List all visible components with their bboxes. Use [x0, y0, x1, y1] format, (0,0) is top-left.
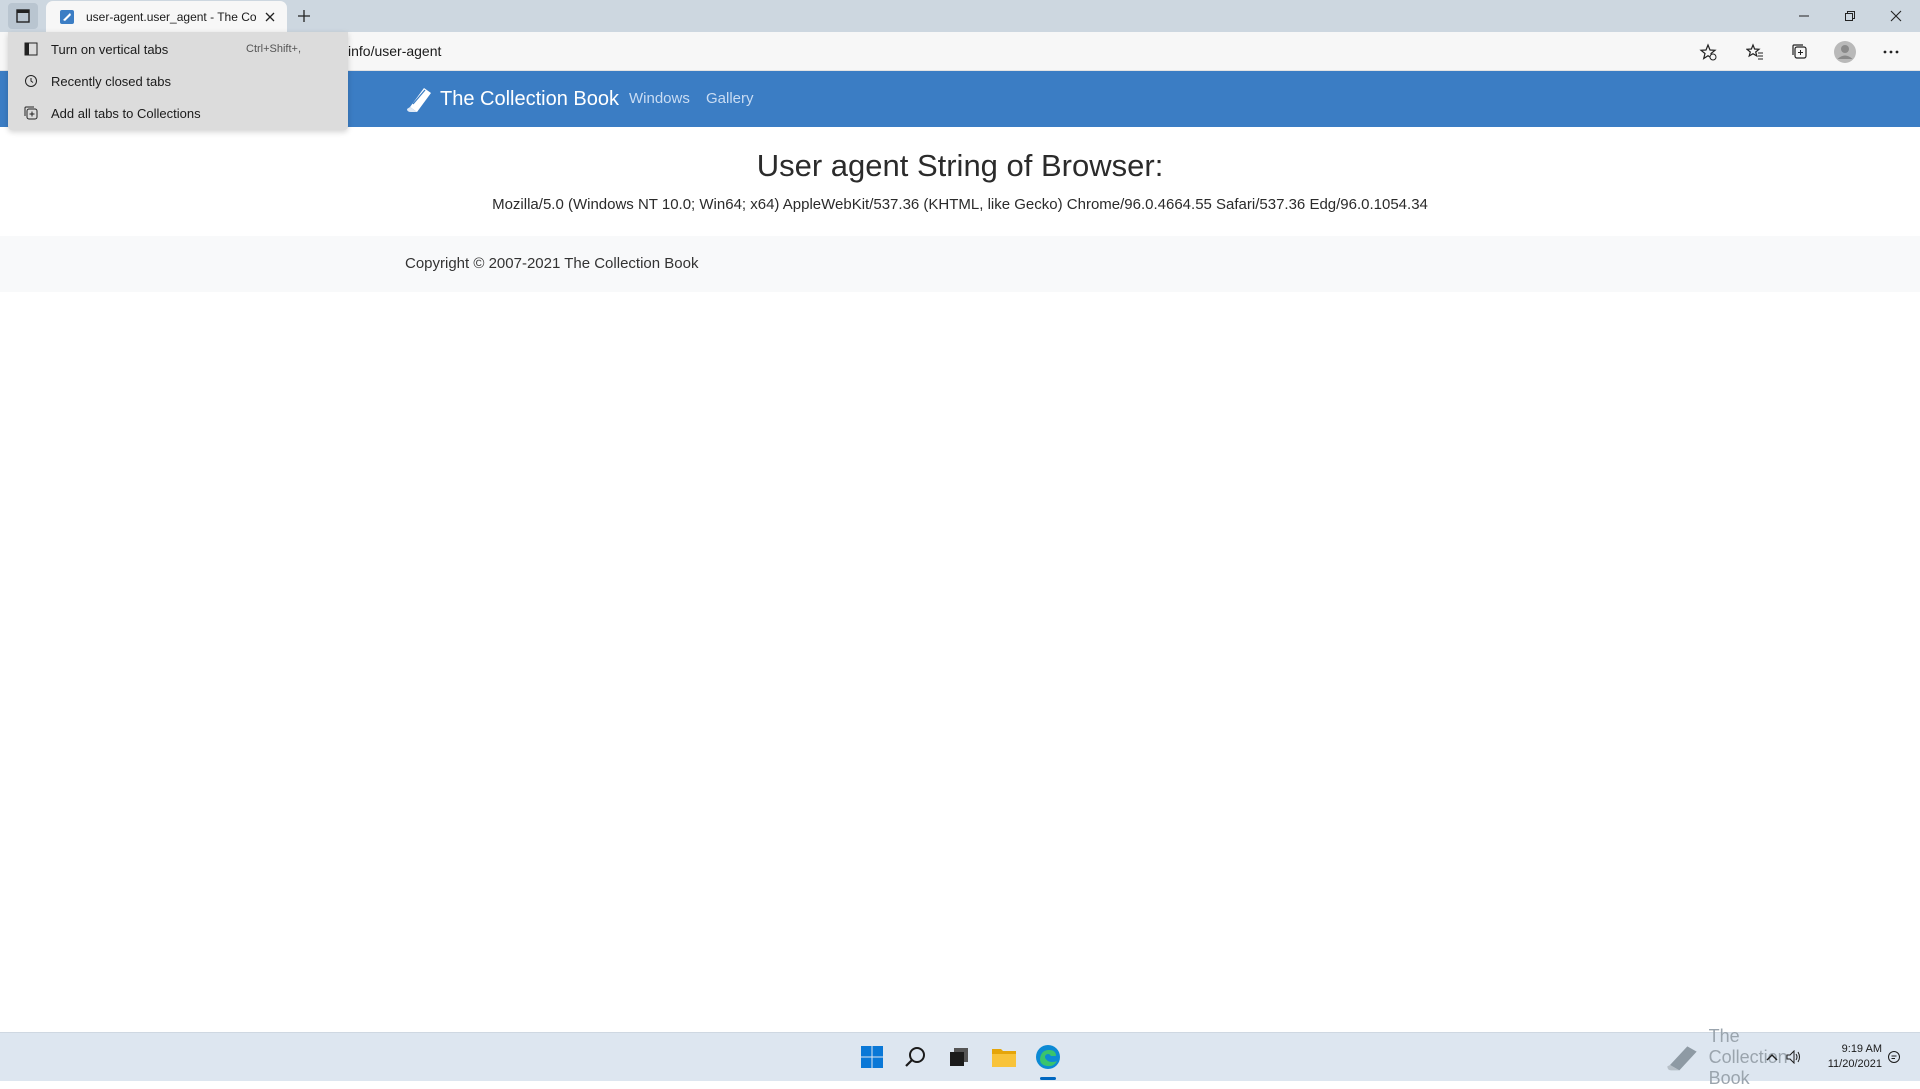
site-footer: Copyright © 2007-2021 The Collection Boo…	[0, 236, 1920, 292]
menu-item-vertical-tabs[interactable]: Turn on vertical tabs Ctrl+Shift+,	[8, 34, 348, 64]
menu-item-label: Add all tabs to Collections	[51, 105, 201, 121]
tray-chevron-up-icon[interactable]	[1762, 1047, 1782, 1067]
favorites-icon[interactable]	[1742, 39, 1768, 65]
book-watermark-icon	[1667, 1046, 1697, 1071]
add-favorite-star-icon[interactable]	[1695, 39, 1721, 65]
settings-more-icon[interactable]	[1878, 39, 1904, 65]
site-favicon-icon	[58, 8, 76, 26]
windows-taskbar: The Collection Book 9:19 AM 11/20/2021	[0, 1026, 1920, 1088]
volume-icon[interactable]	[1784, 1047, 1804, 1067]
nav-link-windows[interactable]: Windows	[629, 90, 690, 107]
site-brand[interactable]: The Collection Book	[404, 85, 619, 113]
edge-browser-icon[interactable]	[1032, 1041, 1064, 1073]
task-view-icon[interactable]	[943, 1041, 975, 1073]
windows-start-icon[interactable]	[856, 1041, 888, 1073]
vertical-tabs-icon	[22, 40, 40, 58]
clock-time[interactable]: 9:19 AM	[1822, 1043, 1882, 1055]
close-tab-icon[interactable]	[260, 7, 280, 27]
history-icon	[22, 72, 40, 90]
tab-actions-menu: Turn on vertical tabs Ctrl+Shift+, Recen…	[8, 32, 348, 130]
tab-actions-icon	[16, 9, 30, 23]
nav-link-gallery[interactable]: Gallery	[706, 90, 754, 107]
user-agent-string: Mozilla/5.0 (Windows NT 10.0; Win64; x64…	[492, 196, 1428, 213]
menu-item-shortcut: Ctrl+Shift+,	[246, 43, 302, 55]
menu-item-label: Recently closed tabs	[51, 73, 171, 89]
notification-icon[interactable]	[1884, 1047, 1904, 1067]
tab-actions-menu-button[interactable]	[8, 3, 38, 29]
brand-name: The Collection Book	[440, 87, 619, 110]
restore-icon[interactable]	[1827, 0, 1873, 32]
book-logo-icon	[407, 88, 431, 112]
clock-date[interactable]: 11/20/2021	[1810, 1058, 1882, 1070]
menu-item-label: Turn on vertical tabs	[51, 41, 169, 57]
tab-title: user-agent.user_agent - The Coll	[86, 9, 256, 24]
close-window-icon[interactable]	[1873, 0, 1919, 32]
search-icon[interactable]	[900, 1041, 932, 1073]
file-explorer-icon[interactable]	[988, 1041, 1020, 1073]
collections-icon	[22, 104, 40, 122]
menu-item-recently-closed[interactable]: Recently closed tabs	[8, 66, 348, 96]
copyright-text: Copyright © 2007-2021 The Collection Boo…	[405, 255, 699, 272]
address-bar-url[interactable]: info/user-agent	[348, 43, 441, 59]
new-tab-plus-icon[interactable]	[292, 4, 316, 28]
menu-item-add-to-collections[interactable]: Add all tabs to Collections	[8, 98, 348, 128]
collections-icon[interactable]	[1787, 39, 1813, 65]
profile-avatar-icon[interactable]	[1832, 39, 1858, 65]
minimize-icon[interactable]	[1781, 0, 1827, 32]
browser-tab-active[interactable]: user-agent.user_agent - The Coll	[46, 1, 287, 32]
browser-title-bar: user-agent.user_agent - The Coll	[0, 0, 1920, 32]
page-heading: User agent String of Browser:	[756, 148, 1164, 183]
